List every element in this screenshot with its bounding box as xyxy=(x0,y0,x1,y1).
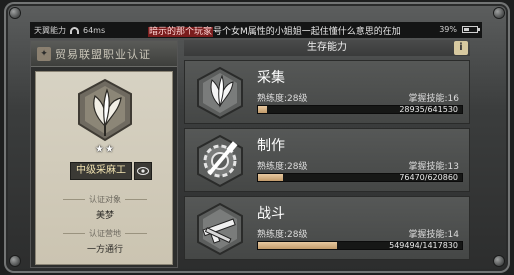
frame-bolt xyxy=(10,8,20,18)
skills-title: 生存能力 xyxy=(307,42,347,53)
marquee-highlight: 暗示的那个玩家 xyxy=(148,27,214,37)
leaf-emblem-icon xyxy=(78,78,132,142)
place-label: 认证营地 xyxy=(36,228,174,239)
certificate-panel: ✦ 贸易联盟职业认证 ★★ 中级采麻工 认证对象 美梦 认证营地 一方通行 xyxy=(30,40,178,268)
broadcast-marquee: 暗示的那个玩家号个女M属性的小姐姐一起住懂什么意思的在加 xyxy=(148,24,401,37)
skill-proficiency: 熟练度:28级 xyxy=(257,230,308,240)
certificate-card: ★★ 中级采麻工 认证对象 美梦 认证营地 一方通行 xyxy=(35,71,173,265)
skill-progress-fill xyxy=(258,174,284,181)
place-value: 一方通行 xyxy=(86,245,123,255)
view-button[interactable] xyxy=(134,162,152,180)
skill-name: 战斗 xyxy=(257,206,285,222)
skill-proficiency: 熟练度:28级 xyxy=(257,162,308,172)
skill-mastery: 掌握技能:13 xyxy=(408,162,460,172)
skill-card-combat[interactable]: 战斗 熟练度:28级 掌握技能:14 549494/1417830 xyxy=(184,196,470,260)
skill-progress-text: 76470/620860 xyxy=(399,173,458,182)
latency-label: 64ms xyxy=(83,26,106,35)
target-value: 美梦 xyxy=(95,211,114,221)
certificate-tag-icon: ✦ xyxy=(37,46,51,61)
certificate-title: 贸易联盟职业认证 xyxy=(55,47,151,61)
skill-progress-bar: 549494/1417830 xyxy=(257,241,463,250)
certificate-header: ✦ 贸易联盟职业认证 xyxy=(31,41,177,67)
skills-panel: 生存能力 i 采集 熟练度:28级 掌握技能:16 28935/641530 制… xyxy=(184,40,470,268)
combat-icon xyxy=(197,202,243,256)
skills-header: 生存能力 i xyxy=(184,40,470,56)
skill-progress-bar: 76470/620860 xyxy=(257,173,463,182)
skill-proficiency: 熟练度:28级 xyxy=(257,94,308,104)
skill-progress-bar: 28935/641530 xyxy=(257,105,463,114)
skill-name: 制作 xyxy=(257,138,285,154)
skill-mastery: 掌握技能:14 xyxy=(408,230,460,240)
skill-progress-fill xyxy=(258,242,338,249)
skill-mastery: 掌握技能:16 xyxy=(408,94,460,104)
frame-bolt xyxy=(494,8,504,18)
frame-bolt xyxy=(10,256,20,266)
rank-title: 中级采麻工 xyxy=(70,162,132,180)
battery-percent: 39% xyxy=(439,25,457,34)
skill-progress-text: 28935/641530 xyxy=(399,105,458,114)
rank-stars: ★★ xyxy=(95,144,115,155)
battery-icon xyxy=(462,26,480,33)
status-bar: 天翼能力 64ms 暗示的那个玩家号个女M属性的小姐姐一起住懂什么意思的在加 3… xyxy=(30,22,482,38)
skill-card-gathering[interactable]: 采集 熟练度:28级 掌握技能:16 28935/641530 xyxy=(184,60,470,124)
skill-progress-fill xyxy=(258,106,268,113)
info-button[interactable]: i xyxy=(454,41,468,55)
crafting-icon xyxy=(197,134,243,188)
carrier-label: 天翼能力 xyxy=(34,26,66,35)
marquee-text: 号个女M属性的小姐姐一起住懂什么意思的在加 xyxy=(213,27,401,37)
skill-name: 采集 xyxy=(257,70,285,86)
frame-bolt xyxy=(494,256,504,266)
eye-icon xyxy=(137,167,149,175)
target-label: 认证对象 xyxy=(36,194,174,205)
skill-card-crafting[interactable]: 制作 熟练度:28级 掌握技能:13 76470/620860 xyxy=(184,128,470,192)
skill-progress-text: 549494/1417830 xyxy=(389,241,458,250)
gathering-icon xyxy=(197,66,243,120)
wifi-icon xyxy=(70,27,79,34)
